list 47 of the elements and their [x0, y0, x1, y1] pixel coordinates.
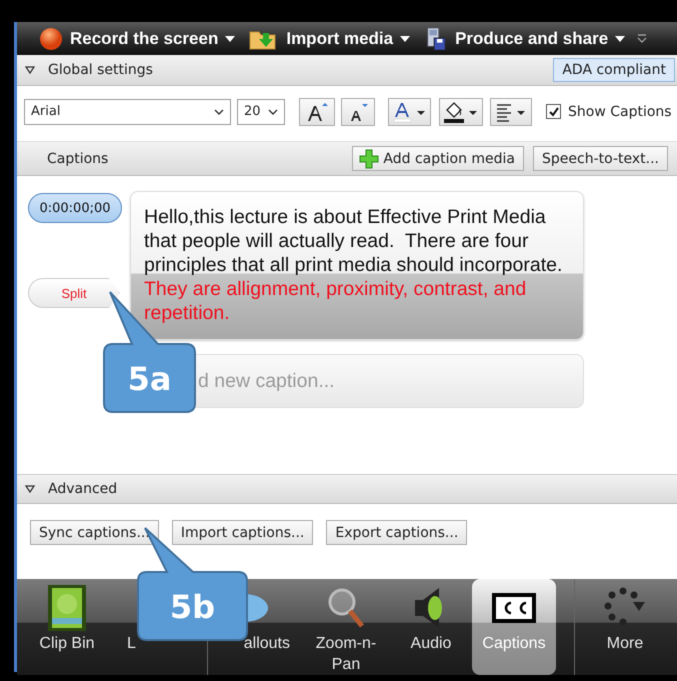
fill-color-button[interactable]	[439, 98, 483, 126]
caret-icon	[225, 36, 236, 42]
add-caption-media-button[interactable]: Add caption media	[352, 146, 524, 171]
align-button[interactable]	[490, 98, 532, 126]
collapse-icon[interactable]	[25, 66, 35, 74]
checkbox[interactable]	[546, 104, 561, 119]
paint-bucket-icon	[443, 100, 479, 122]
grow-font-icon	[305, 102, 329, 122]
caret-icon	[400, 36, 410, 42]
caption-box[interactable]	[130, 191, 584, 340]
increase-font-button[interactable]	[299, 98, 335, 126]
show-captions-checkbox[interactable]: Show Captions	[546, 104, 672, 120]
section-title: Captions	[47, 150, 110, 166]
caret-icon	[615, 36, 626, 42]
tab[interactable]: Clip Bin	[17, 579, 117, 675]
film-clip-icon	[47, 584, 87, 632]
section-title: Advanced	[48, 481, 118, 497]
collapse-icon[interactable]	[25, 485, 35, 493]
highlighted-caption-text: They are allignment, proximity, contrast, and repetition.	[144, 277, 528, 325]
overflow-icon[interactable]	[637, 34, 648, 44]
timecode-label: 0:00:00;00	[28, 193, 122, 223]
font-color-button[interactable]	[388, 98, 431, 126]
chevron-down-icon	[268, 108, 278, 114]
closed-captions-icon	[492, 593, 536, 623]
caption-action-button[interactable]: Export captions...	[326, 520, 468, 545]
toolbar-menu-button[interactable]: Import media	[249, 26, 410, 50]
align-left-icon	[495, 102, 527, 122]
tab[interactable]: Audio	[390, 579, 472, 675]
caption-text: Hello,this lecture is about Effective Print Media that people will actually read. There are four principles that all print media should incorporate.	[144, 205, 564, 277]
ada-compliant-button[interactable]: ADA compliant	[553, 58, 675, 82]
toolbar-menu-button[interactable]: Produce and share	[424, 26, 626, 50]
plus-icon	[359, 148, 380, 168]
section-title: Global settings	[48, 62, 153, 78]
decrease-font-button[interactable]	[341, 98, 375, 126]
tab[interactable]: More	[575, 579, 675, 675]
font-dropdown[interactable]: Arial	[24, 98, 231, 124]
caption-action-button[interactable]: Import captions...	[172, 520, 314, 545]
magnifier-icon	[326, 586, 366, 630]
font-size-dropdown[interactable]: 20	[237, 98, 285, 124]
split-button[interactable]: Split	[28, 278, 120, 308]
speech-to-text-button[interactable]: Speech-to-text...	[533, 146, 668, 171]
chevron-down-icon	[214, 108, 224, 114]
film-disk-icon	[424, 26, 448, 50]
toolbar-menu-button[interactable]: Record the screen	[39, 26, 236, 50]
font-color-icon	[392, 100, 426, 122]
record-icon	[39, 26, 63, 50]
tab[interactable]: Zoom-n- Pan	[302, 579, 390, 675]
